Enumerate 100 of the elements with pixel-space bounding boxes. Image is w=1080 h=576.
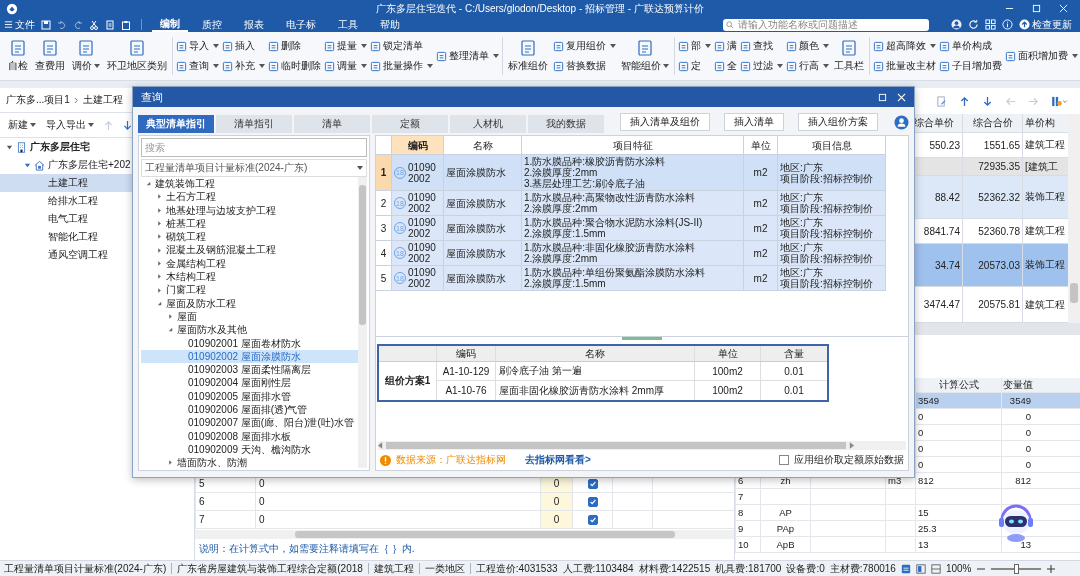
action-button[interactable]: 插入清单及组价 (620, 113, 710, 131)
dialog-tab[interactable]: 我的数据 (528, 115, 604, 133)
table-row[interactable]: 7 (735, 489, 1080, 505)
ribbon-button[interactable]: 颜色 (786, 39, 829, 53)
scrollbar-thumb[interactable] (359, 185, 366, 325)
expand-triangle-icon[interactable] (156, 233, 163, 241)
column-header[interactable]: 综合合价 (962, 114, 1022, 132)
document-edit-icon[interactable] (936, 95, 947, 107)
column-header[interactable]: 名称 (444, 136, 522, 154)
expand-triangle-icon[interactable] (156, 273, 163, 281)
new-button[interactable]: 新建 (8, 118, 36, 132)
ribbon-button[interactable]: 调量 (324, 59, 367, 73)
column-header[interactable]: 名称 (496, 346, 695, 361)
menu-tab[interactable]: 帮助 (372, 17, 408, 32)
arrow-up-icon[interactable] (959, 95, 970, 107)
action-button[interactable]: 插入清单 (724, 113, 784, 131)
tree-item[interactable]: 010902007 屋面(廊、阳台)泄(吐)水管 (141, 416, 358, 430)
ribbon-button[interactable]: 满 (714, 39, 737, 53)
scrollbar-thumb[interactable] (386, 442, 846, 449)
ribbon-button[interactable]: 插入 (222, 39, 265, 53)
tree-item[interactable]: 屋面 (141, 309, 358, 324)
redo-icon[interactable] (73, 19, 83, 30)
ribbon-button[interactable]: 定 (678, 59, 711, 73)
expand-triangle-icon[interactable] (156, 259, 163, 267)
info-icon[interactable] (1002, 19, 1013, 30)
split-view-icon[interactable] (930, 563, 941, 574)
ribbon-button[interactable]: 自检 (6, 39, 30, 73)
scrollbar[interactable] (358, 177, 367, 468)
ribbon-button[interactable]: 环卫地区类别 (105, 39, 169, 73)
ribbon-button[interactable]: 查找 (740, 39, 783, 53)
tree-item[interactable]: 010902002 屋面涂膜防水 (141, 349, 358, 364)
breadcrumb-item[interactable]: 广东多...项目1 (6, 93, 70, 107)
expand-triangle-icon[interactable] (167, 459, 174, 467)
ribbon-button[interactable]: 超高降效 (873, 39, 936, 53)
scroll-right-icon[interactable] (849, 442, 854, 449)
ribbon-button[interactable]: 复用组价 (553, 39, 616, 53)
menu-tab[interactable]: 质控 (194, 17, 230, 32)
column-header[interactable]: 编码 (392, 136, 444, 154)
tree-item[interactable]: 屋面及防水工程 (141, 296, 358, 310)
column-header[interactable]: 单位 (744, 136, 778, 154)
tree-item[interactable]: 010902006 屋面排(透)气管 (141, 403, 358, 417)
tree-item[interactable]: 010902001 屋面卷材防水 (141, 336, 358, 350)
column-header[interactable]: 含量 (761, 346, 827, 361)
columns-icon[interactable] (1051, 95, 1068, 107)
undo-icon[interactable] (57, 19, 67, 30)
user-icon[interactable] (894, 114, 909, 130)
ribbon-button[interactable]: 批量改主材 (873, 59, 936, 73)
checkbox[interactable] (587, 514, 598, 525)
dialog-tab[interactable]: 清单 (294, 115, 370, 133)
zoom-slider[interactable] (1014, 563, 1020, 574)
ribbon-button[interactable]: 查询 (176, 59, 219, 73)
ribbon-button[interactable]: 面积增加费 (1005, 49, 1078, 63)
scrollbar[interactable] (1068, 114, 1080, 323)
search-field[interactable]: 请输入功能名称或问题描述 (723, 18, 929, 31)
ribbon-button[interactable]: 部 (678, 39, 711, 53)
collapse-triangle-icon[interactable] (24, 161, 31, 169)
avatar-icon[interactable] (951, 19, 962, 30)
expand-triangle-icon[interactable] (167, 313, 174, 321)
refresh-icon[interactable] (968, 19, 979, 30)
layout-icon[interactable] (900, 563, 911, 574)
column-header[interactable]: 变量值 (1001, 378, 1033, 392)
tree-item[interactable]: 土石方工程 (141, 190, 358, 204)
save-icon[interactable] (41, 19, 51, 30)
tree-item[interactable]: 砌筑工程 (141, 230, 358, 244)
tree-item[interactable]: 010902004 屋面刚性层 (141, 376, 358, 390)
ribbon-button[interactable]: 标准组价 (506, 39, 550, 73)
zoom-in-icon[interactable] (1046, 563, 1057, 574)
column-header[interactable]: 单位 (695, 346, 761, 361)
ribbon-button[interactable]: 锁定清单 (370, 39, 433, 53)
file-menu[interactable]: 文件 (4, 17, 35, 32)
maximize-icon[interactable] (1032, 4, 1041, 13)
ribbon-button[interactable]: 调价 (70, 39, 102, 73)
import-export-button[interactable]: 导入导出 (46, 118, 94, 132)
ribbon-button[interactable]: 整理清单 (436, 49, 499, 63)
column-header[interactable]: 项目信息 (778, 136, 886, 154)
dialog-tab[interactable]: 典型清单指引 (138, 115, 214, 133)
arrow-down-icon[interactable] (123, 119, 132, 131)
collapse-triangle-icon[interactable] (145, 180, 152, 188)
tree-item[interactable]: 桩基工程 (141, 216, 358, 231)
close-icon[interactable] (1059, 4, 1068, 13)
tree-item[interactable]: 墙面防水、防潮 (141, 456, 358, 468)
tree-item[interactable]: 门窗工程 (141, 283, 358, 297)
ribbon-button[interactable]: 替换数据 (553, 59, 616, 73)
ribbon-button[interactable]: 导入 (176, 39, 219, 53)
indicator-link[interactable]: 去指标网看看> (525, 453, 591, 467)
ribbon-button[interactable]: 提量 (324, 39, 367, 53)
tree-item[interactable]: 木结构工程 (141, 270, 358, 284)
ribbon-button[interactable]: 批量操作 (370, 59, 433, 73)
action-button[interactable]: 插入组价方案 (798, 113, 878, 131)
close-icon[interactable] (897, 92, 906, 102)
splitter-handle[interactable] (622, 337, 662, 340)
tree-item[interactable]: 屋面防水及其他 (141, 323, 358, 337)
ribbon-button[interactable]: 临时删除 (268, 59, 321, 73)
expand-triangle-icon[interactable] (156, 246, 163, 254)
standard-dropdown[interactable]: 工程量清单项目计量标准(2024-广东) (141, 159, 367, 177)
cut-icon[interactable] (89, 19, 99, 30)
ribbon-button[interactable]: 行高 (786, 59, 829, 73)
expand-triangle-icon[interactable] (156, 193, 163, 201)
menu-tab[interactable]: 工具 (330, 17, 366, 32)
tree-item[interactable]: 金属结构工程 (141, 256, 358, 271)
